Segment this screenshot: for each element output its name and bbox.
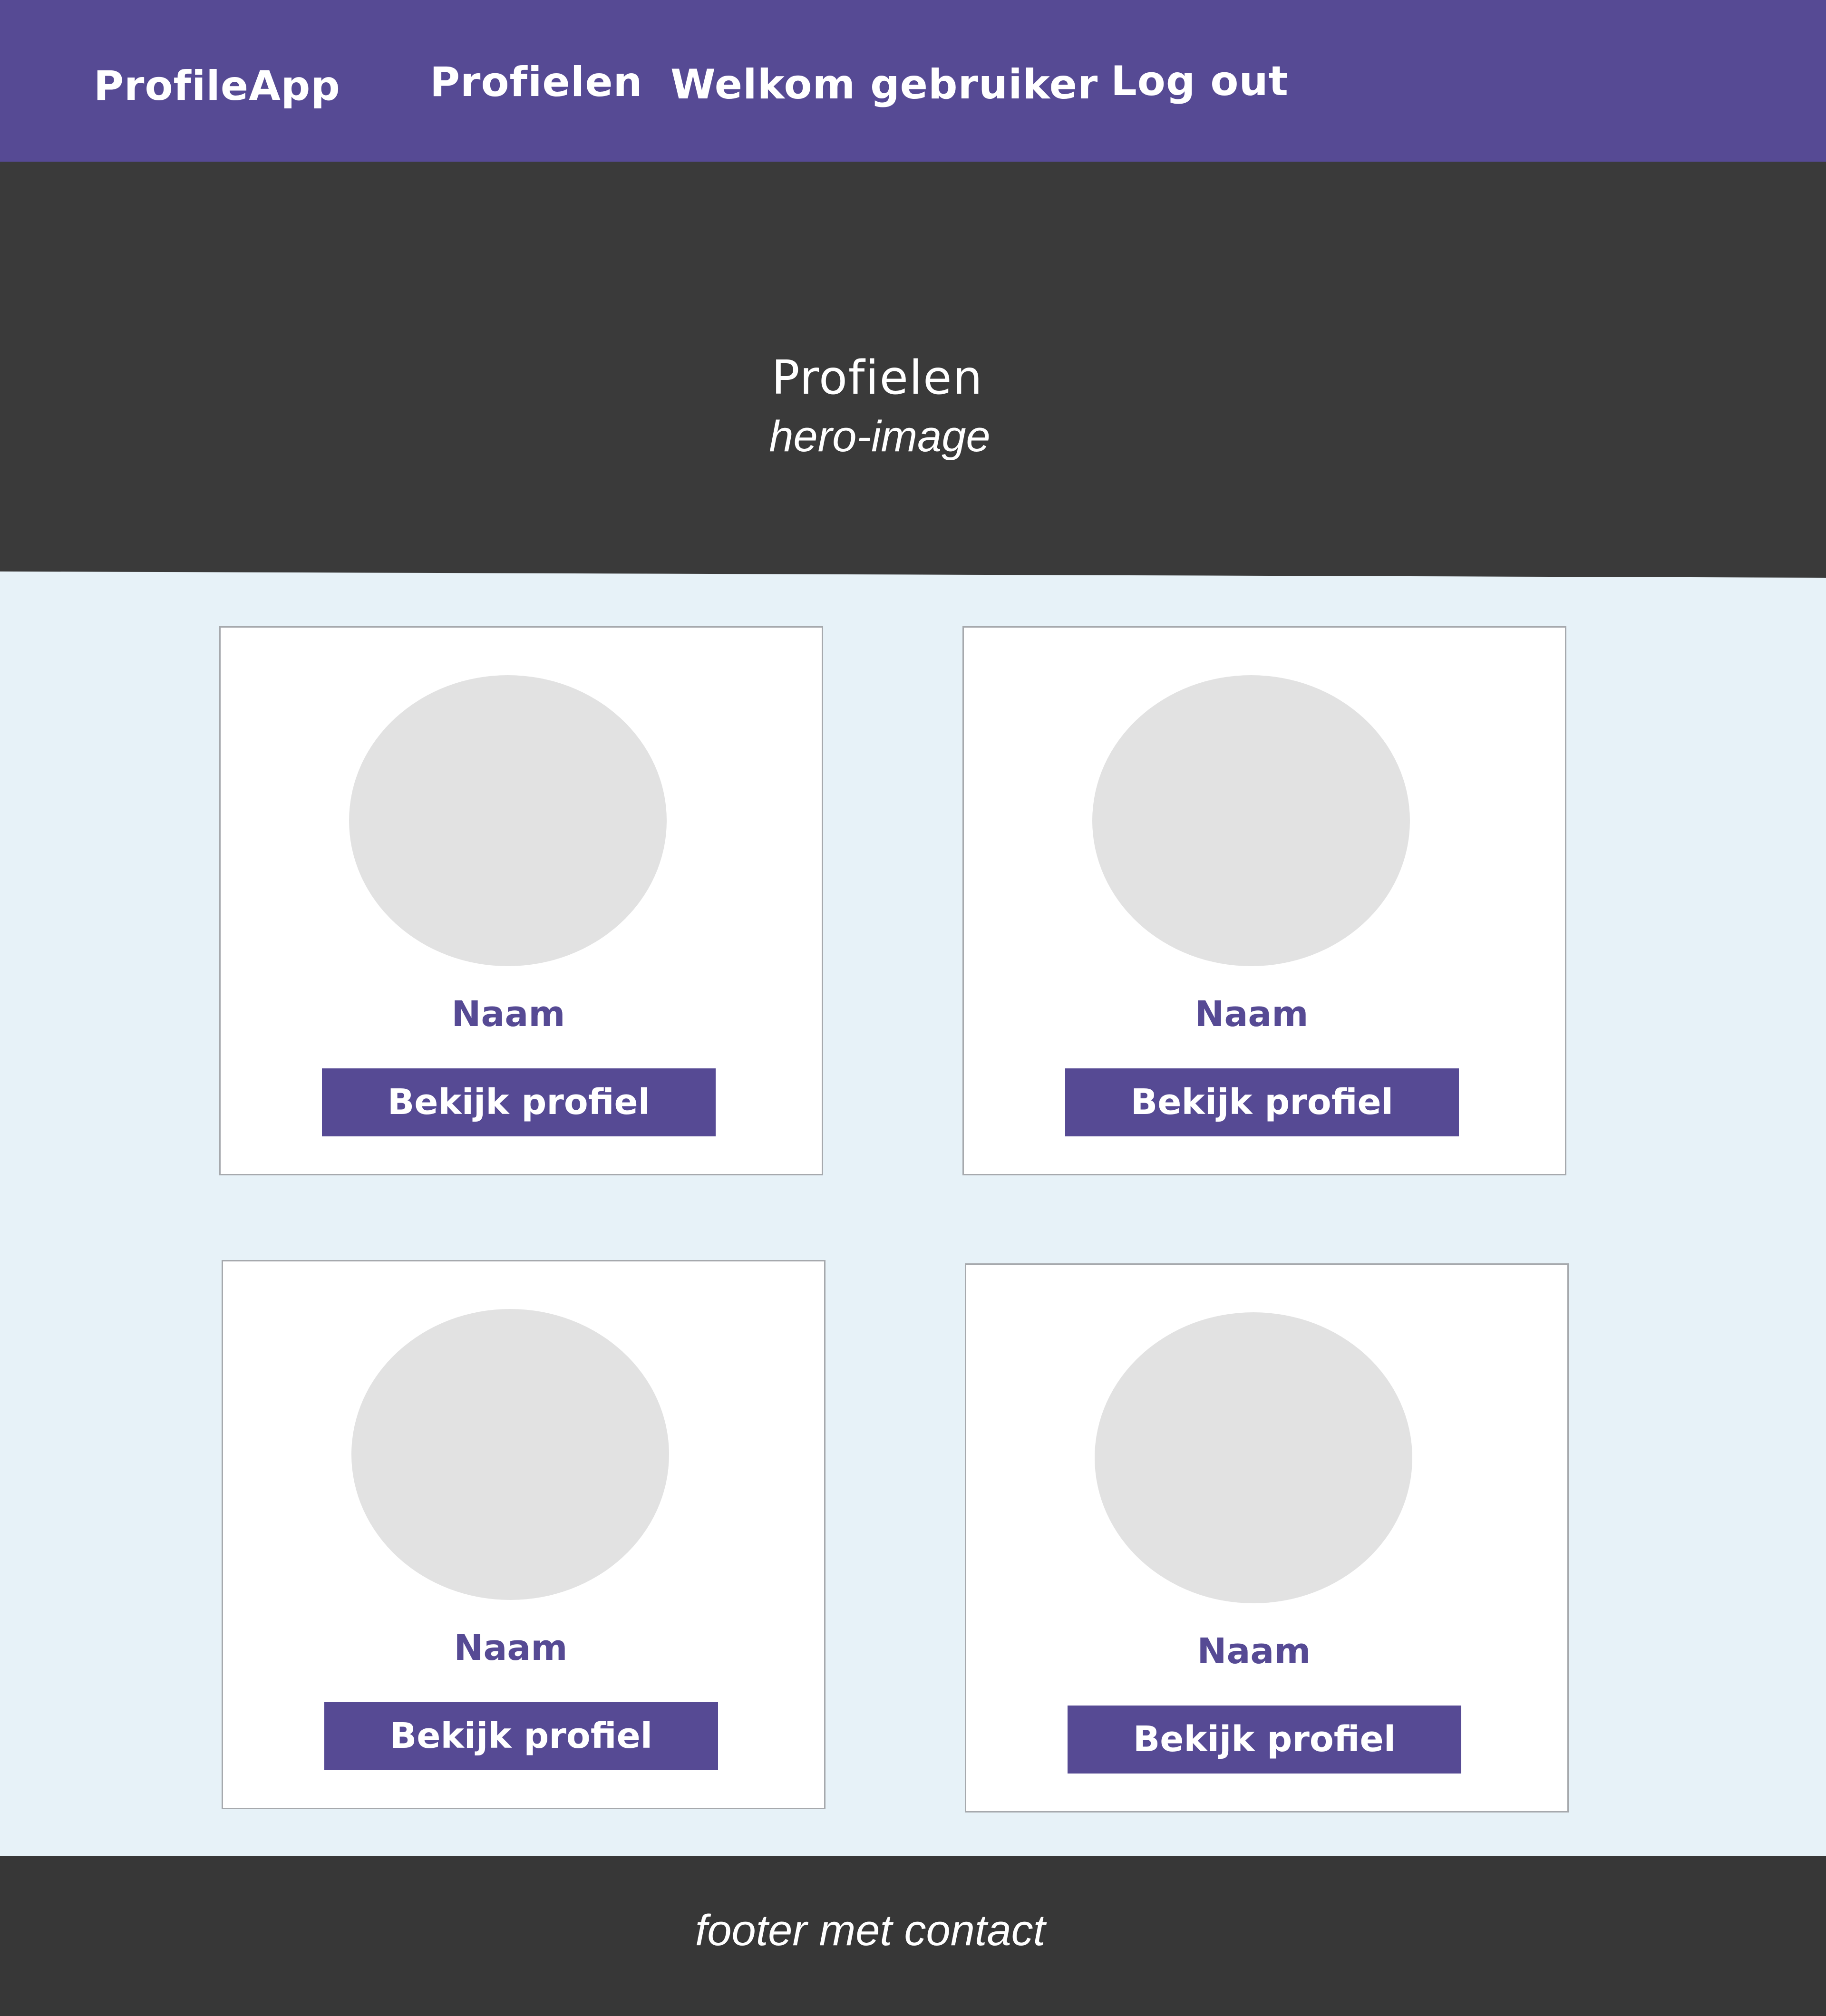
avatar bbox=[1092, 675, 1410, 966]
profile-name: Naam bbox=[454, 1628, 568, 1668]
nav-link-log-out[interactable]: Log out bbox=[1111, 61, 1289, 102]
profile-name: Naam bbox=[1197, 1631, 1311, 1672]
profile-name: Naam bbox=[1195, 994, 1309, 1035]
avatar bbox=[1095, 1312, 1412, 1603]
profile-card: Naam Bekijk profiel bbox=[219, 626, 823, 1175]
avatar bbox=[349, 675, 667, 966]
avatar bbox=[351, 1309, 669, 1600]
navbar: ProfileApp Profielen Welkom gebruiker Lo… bbox=[0, 0, 1826, 162]
nav-link-welkom-gebruiker[interactable]: Welkom gebruiker bbox=[670, 64, 1098, 105]
profile-card: Naam Bekijk profiel bbox=[965, 1263, 1569, 1812]
hero-banner: Profielen hero-image bbox=[0, 162, 1826, 578]
footer-contact-text: footer met contact bbox=[695, 1906, 1046, 1955]
view-profile-button[interactable]: Bekijk profiel bbox=[324, 1702, 718, 1770]
profile-name: Naam bbox=[451, 994, 565, 1035]
profile-card: Naam Bekijk profiel bbox=[962, 626, 1566, 1175]
profile-card: Naam Bekijk profiel bbox=[222, 1260, 826, 1809]
hero-title: Profielen bbox=[771, 350, 983, 405]
view-profile-button[interactable]: Bekijk profiel bbox=[1065, 1068, 1459, 1136]
view-profile-button[interactable]: Bekijk profiel bbox=[1068, 1706, 1461, 1774]
brand-logo[interactable]: ProfileApp bbox=[94, 66, 340, 107]
nav-link-profielen[interactable]: Profielen bbox=[430, 62, 643, 103]
footer: footer met contact bbox=[0, 1856, 1826, 2016]
view-profile-button[interactable]: Bekijk profiel bbox=[322, 1068, 716, 1136]
hero-image-placeholder: hero-image bbox=[769, 412, 991, 461]
